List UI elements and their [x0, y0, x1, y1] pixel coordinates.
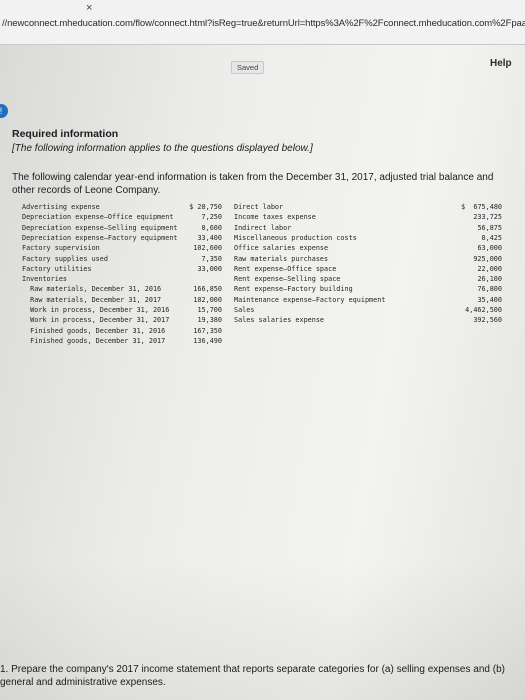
- right-label: Rent expense—Office space: [234, 264, 337, 273]
- left-value: 15,700: [197, 306, 222, 314]
- right-label: Rent expense—Factory building: [234, 285, 353, 294]
- intro-text: The following calendar year-end informat…: [12, 172, 494, 196]
- left-value: 33,400: [197, 233, 222, 242]
- info-icon: !: [0, 104, 8, 118]
- right-label: Sales: [234, 306, 255, 314]
- right-value: 26,100: [477, 275, 502, 284]
- url-text[interactable]: //newconnect.mheducation.com/flow/connec…: [2, 18, 525, 29]
- right-value: 56,875: [477, 223, 502, 232]
- right-value: 392,560: [473, 316, 502, 325]
- right-label: Indirect labor: [234, 223, 292, 232]
- saved-indicator: Saved: [231, 61, 265, 74]
- screenshot-screen: × //newconnect.mheducation.com/flow/conn…: [0, 0, 525, 700]
- right-value: 8,425: [481, 233, 502, 242]
- left-value: $ 28,750: [189, 203, 222, 211]
- right-value: $ 675,480: [461, 203, 502, 211]
- right-label: Direct labor: [234, 203, 284, 211]
- left-value: 33,000: [197, 264, 222, 273]
- right-label: Miscellaneous production costs: [234, 233, 357, 242]
- close-tab-icon[interactable]: ×: [86, 2, 92, 14]
- right-label: Rent expense—Selling space: [234, 275, 341, 284]
- left-value: 166,850: [193, 285, 222, 294]
- right-label: Raw materials purchases: [234, 254, 329, 263]
- right-value: 233,725: [473, 213, 502, 222]
- left-label: Inventories: [22, 275, 68, 284]
- left-value: 8,600: [201, 223, 222, 232]
- right-value: 4,462,500: [465, 306, 502, 314]
- right-value: 22,000: [477, 264, 502, 273]
- right-label: Maintenance expense—Factory equipment: [234, 295, 386, 304]
- right-value: 76,800: [477, 285, 502, 294]
- right-value: 35,400: [477, 295, 502, 304]
- left-value: 7,350: [201, 254, 222, 263]
- left-value: 7,250: [201, 213, 222, 222]
- required-information-title: Required information: [12, 128, 119, 140]
- left-value: 167,350: [193, 326, 222, 335]
- left-value: 19,380: [197, 316, 222, 325]
- right-value: 63,000: [477, 244, 502, 253]
- right-label: Sales salaries expense: [234, 316, 325, 325]
- right-value: 925,000: [473, 254, 502, 263]
- left-value: 136,490: [193, 336, 222, 345]
- left-value: 102,600: [193, 244, 222, 253]
- required-information-subtitle: [The following information applies to th…: [12, 143, 313, 154]
- help-link[interactable]: Help: [490, 58, 512, 69]
- right-label: Office salaries expense: [234, 244, 329, 253]
- left-value: 182,000: [193, 295, 222, 304]
- browser-address-bar[interactable]: × //newconnect.mheducation.com/flow/conn…: [0, 0, 525, 45]
- question-prompt: 1. Prepare the company's 2017 income sta…: [0, 664, 505, 688]
- right-label: Income taxes expense: [234, 213, 316, 222]
